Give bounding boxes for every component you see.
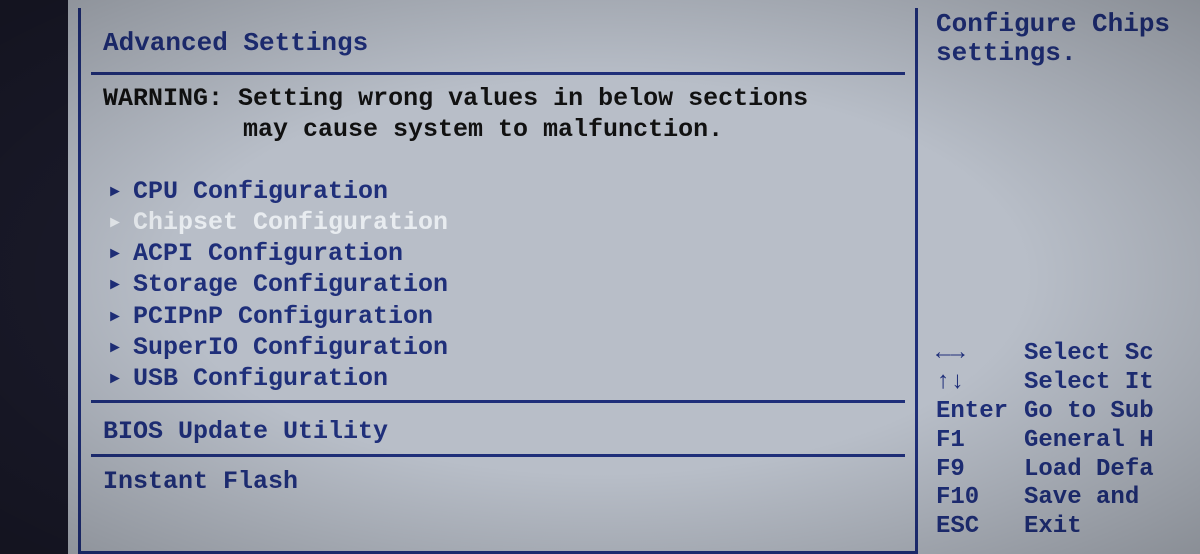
key-help-row: ←→Select Sc: [936, 340, 1200, 369]
submenu-arrow-icon: ▸: [107, 301, 123, 332]
menu-item-label: USB Configuration: [133, 363, 388, 394]
key-help-desc: General H: [1024, 427, 1200, 456]
menu-item-label: CPU Configuration: [133, 176, 388, 207]
divider: [91, 454, 905, 457]
menu-item-instant-flash[interactable]: Instant Flash: [81, 467, 915, 496]
menu-item-chipset-configuration[interactable]: ▸ Chipset Configuration: [103, 207, 915, 238]
bios-frame: Advanced Settings WARNING: Setting wrong…: [68, 0, 1200, 554]
key-help-row: F9Load Defa: [936, 456, 1200, 485]
key-help-row: ↑↓Select It: [936, 369, 1200, 398]
divider: [91, 400, 905, 403]
menu-item-label: Chipset Configuration: [133, 207, 448, 238]
submenu-arrow-icon: ▸: [107, 207, 123, 238]
key-help-desc: Select Sc: [1024, 340, 1200, 369]
key-help-row: EnterGo to Sub: [936, 398, 1200, 427]
warning-line2: may cause system to malfunction.: [103, 114, 915, 145]
help-pane: Configure Chips settings. ←→Select Sc↑↓S…: [918, 0, 1200, 554]
key-help-key: F9: [936, 456, 1024, 485]
submenu-arrow-icon: ▸: [107, 176, 123, 207]
main-pane: Advanced Settings WARNING: Setting wrong…: [78, 8, 918, 554]
help-desc-line2: settings.: [936, 39, 1192, 68]
key-help-key: F10: [936, 484, 1024, 513]
menu-item-label: ACPI Configuration: [133, 238, 403, 269]
menu-item-acpi-configuration[interactable]: ▸ ACPI Configuration: [103, 238, 915, 269]
key-help-desc: Load Defa: [1024, 456, 1200, 485]
key-help-desc: Exit: [1024, 513, 1200, 542]
divider: [91, 72, 905, 75]
key-help-key: Enter: [936, 398, 1024, 427]
key-help-key: ESC: [936, 513, 1024, 542]
key-help-row: F1General H: [936, 427, 1200, 456]
menu-item-pcipnp-configuration[interactable]: ▸ PCIPnP Configuration: [103, 301, 915, 332]
bios-screen: Advanced Settings WARNING: Setting wrong…: [0, 0, 1200, 554]
advanced-menu: ▸ CPU Configuration ▸ Chipset Configuration…: [81, 176, 915, 395]
warning-text: WARNING: Setting wrong values in below s…: [81, 83, 915, 146]
menu-item-label: Storage Configuration: [133, 269, 448, 300]
key-help-key: F1: [936, 427, 1024, 456]
key-help-key: ↑↓: [936, 369, 1024, 398]
menu-item-cpu-configuration[interactable]: ▸ CPU Configuration: [103, 176, 915, 207]
key-help-row: ESCExit: [936, 513, 1200, 542]
submenu-arrow-icon: ▸: [107, 238, 123, 269]
key-help-desc: Save and: [1024, 484, 1200, 513]
menu-item-label: PCIPnP Configuration: [133, 301, 433, 332]
key-help-row: F10Save and: [936, 484, 1200, 513]
key-help-key: ←→: [936, 340, 1024, 369]
menu-item-label: SuperIO Configuration: [133, 332, 448, 363]
menu-item-storage-configuration[interactable]: ▸ Storage Configuration: [103, 269, 915, 300]
warning-label: WARNING:: [103, 84, 223, 113]
submenu-arrow-icon: ▸: [107, 332, 123, 363]
key-help-desc: Select It: [1024, 369, 1200, 398]
key-help-list: ←→Select Sc↑↓Select ItEnterGo to SubF1Ge…: [936, 340, 1200, 542]
key-help-desc: Go to Sub: [1024, 398, 1200, 427]
help-description: Configure Chips settings.: [936, 10, 1192, 67]
help-desc-line1: Configure Chips: [936, 10, 1192, 39]
section-bios-update: BIOS Update Utility: [81, 417, 915, 446]
menu-item-usb-configuration[interactable]: ▸ USB Configuration: [103, 363, 915, 394]
menu-item-superio-configuration[interactable]: ▸ SuperIO Configuration: [103, 332, 915, 363]
warning-line1: Setting wrong values in below sections: [238, 84, 808, 113]
submenu-arrow-icon: ▸: [107, 269, 123, 300]
submenu-arrow-icon: ▸: [107, 363, 123, 394]
page-title: Advanced Settings: [81, 8, 915, 66]
